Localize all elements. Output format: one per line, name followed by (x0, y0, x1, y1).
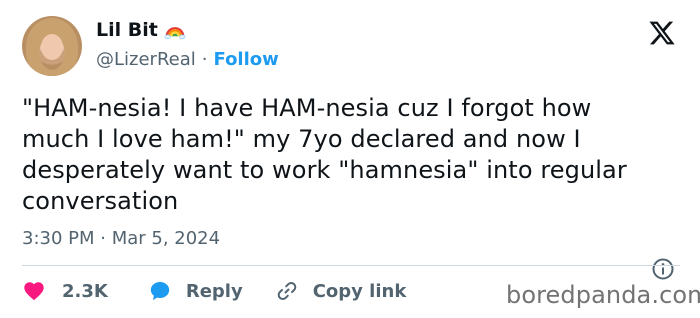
tweet-text-line: conversation (22, 187, 179, 215)
watermark: boredpanda.com (506, 281, 700, 309)
tweet-timestamp[interactable]: 3:30 PM · Mar 5, 2024 (22, 228, 220, 249)
author-name-row: Lil Bit (96, 16, 186, 44)
copy-link-label: Copy link (312, 280, 407, 302)
action-bar: 2.3K Reply Copy link (22, 278, 406, 304)
x-logo-icon[interactable] (647, 19, 677, 47)
divider (22, 265, 680, 266)
copy-link-button[interactable]: Copy link (275, 279, 407, 303)
tweet-text-line: "HAM-nesia! I have HAM-nesia cuz I forgo… (22, 94, 592, 122)
heart-icon (24, 282, 44, 301)
author-handle[interactable]: @LizerReal (96, 49, 196, 70)
like-count: 2.3K (62, 280, 108, 302)
reply-bubble-icon (150, 282, 170, 300)
tweet-text: "HAM-nesia! I have HAM-nesia cuz I forgo… (22, 93, 682, 217)
separator-dot: · (201, 48, 208, 70)
handle-row: @LizerReal · Follow (96, 47, 279, 71)
info-icon[interactable] (651, 257, 675, 281)
reply-button[interactable]: Reply (148, 279, 243, 303)
author-name[interactable]: Lil Bit (96, 19, 158, 41)
tweet-text-line: desperately want to work "hamnesia" into… (22, 156, 627, 184)
avatar[interactable] (22, 16, 82, 76)
rainbow-icon (164, 19, 186, 41)
link-icon (277, 282, 296, 300)
like-button[interactable]: 2.3K (22, 279, 108, 303)
reply-label: Reply (185, 280, 243, 302)
follow-button[interactable]: Follow (214, 49, 279, 70)
tweet-text-line: much I love ham!" my 7yo declared and no… (22, 125, 581, 153)
tweet-card: Lil Bit @LizerReal · Follow "HAM-nesia! … (0, 0, 700, 318)
